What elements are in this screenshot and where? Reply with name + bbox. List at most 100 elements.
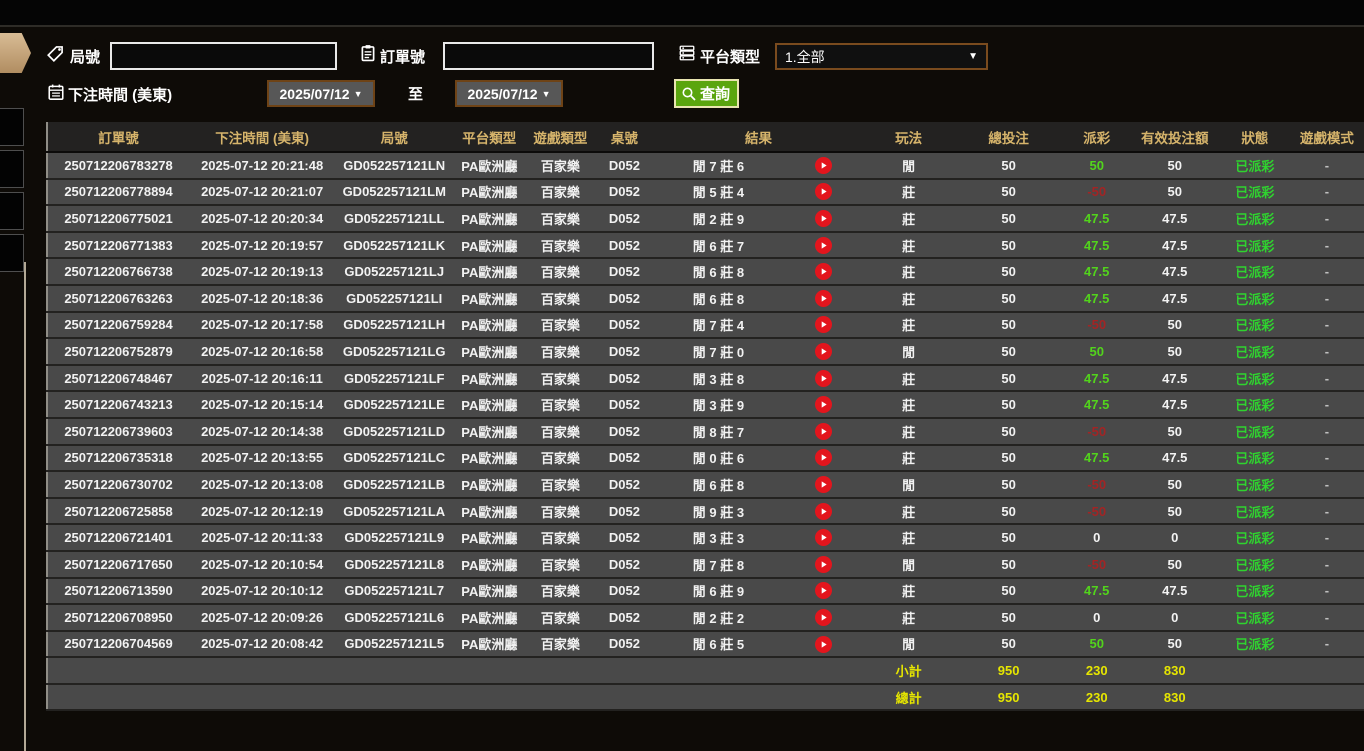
cell-bet-time: 2025-07-12 20:18:36 xyxy=(189,284,336,313)
cell-total-bet: 50 xyxy=(953,444,1064,473)
replay-icon[interactable] xyxy=(815,608,833,626)
replay-icon[interactable] xyxy=(815,156,833,174)
date-from-picker[interactable]: 2025/07/12 ▼ xyxy=(267,80,375,107)
cell-result: 閒 7 莊 4 xyxy=(653,311,784,340)
cell-game-mode: - xyxy=(1289,391,1364,419)
replay-icon[interactable] xyxy=(815,449,833,467)
cell-play-type: 莊 xyxy=(863,497,954,526)
cell-platform-type: PA歐洲廳 xyxy=(453,497,526,526)
game-no-input[interactable] xyxy=(110,42,337,70)
grand-total-valid-bet: 830 xyxy=(1129,683,1220,712)
cell-platform-type: PA歐洲廳 xyxy=(453,417,526,446)
replay-icon[interactable] xyxy=(815,316,833,334)
cell-bet-time: 2025-07-12 20:16:58 xyxy=(189,338,336,366)
cell-platform-type: PA歐洲廳 xyxy=(453,524,526,552)
cell-replay xyxy=(783,178,864,207)
cell-play-type: 莊 xyxy=(863,364,954,393)
replay-icon[interactable] xyxy=(815,502,833,520)
replay-icon[interactable] xyxy=(815,635,833,653)
cell-payout: 47.5 xyxy=(1063,258,1130,286)
cell-play-type: 莊 xyxy=(863,604,954,632)
cell-order-no: 250712206752879 xyxy=(47,338,190,366)
sidebar-collapse-handle[interactable] xyxy=(0,33,31,73)
replay-icon[interactable] xyxy=(815,582,833,600)
cell-total-bet: 50 xyxy=(953,364,1064,393)
cell-result: 閒 6 莊 8 xyxy=(653,284,784,313)
replay-icon[interactable] xyxy=(815,289,833,307)
cell-play-type: 莊 xyxy=(863,284,954,313)
cell-round-no: GD052257121LM xyxy=(335,178,454,207)
cell-round-no: GD052257121L9 xyxy=(335,524,454,552)
cell-valid-bet: 50 xyxy=(1129,152,1220,180)
cell-replay xyxy=(783,391,864,419)
sidebar-item[interactable] xyxy=(0,108,24,146)
cell-replay xyxy=(783,604,864,632)
table-body: 250712206783278 2025-07-12 20:21:48 GD0522… xyxy=(47,152,1364,712)
cell-table-no: D052 xyxy=(595,311,654,340)
cell-bet-time: 2025-07-12 20:19:57 xyxy=(189,231,336,260)
sidebar-item[interactable] xyxy=(0,192,24,230)
replay-icon[interactable] xyxy=(815,183,833,201)
cell-game-type: 百家樂 xyxy=(525,231,596,260)
cell-bet-time: 2025-07-12 20:10:54 xyxy=(189,550,336,579)
cell-bet-time: 2025-07-12 20:13:08 xyxy=(189,471,336,499)
order-no-input[interactable] xyxy=(443,42,654,70)
replay-icon[interactable] xyxy=(815,210,833,228)
cell-bet-time: 2025-07-12 20:13:55 xyxy=(189,444,336,473)
table-row: 250712206725858 2025-07-12 20:12:19 GD0522… xyxy=(47,497,1364,526)
replay-icon[interactable] xyxy=(815,422,833,440)
cell-table-no: D052 xyxy=(595,577,654,606)
cell-round-no: GD052257121LF xyxy=(335,364,454,393)
cell-replay xyxy=(783,577,864,606)
table-row: 250712206713590 2025-07-12 20:10:12 GD0522… xyxy=(47,577,1364,606)
cell-replay xyxy=(783,311,864,340)
cell-total-bet: 50 xyxy=(953,524,1064,552)
cell-status: 已派彩 xyxy=(1219,311,1290,340)
cell-platform-type: PA歐洲廳 xyxy=(453,258,526,286)
replay-icon[interactable] xyxy=(815,263,833,281)
cell-game-type: 百家樂 xyxy=(525,284,596,313)
cell-game-type: 百家樂 xyxy=(525,178,596,207)
cell-valid-bet: 47.5 xyxy=(1129,444,1220,473)
search-button[interactable]: 查詢 xyxy=(674,79,740,108)
cell-valid-bet: 47.5 xyxy=(1129,258,1220,286)
table-row: 250712206752879 2025-07-12 20:16:58 GD0522… xyxy=(47,338,1364,366)
cell-total-bet: 50 xyxy=(953,284,1064,313)
cell-play-type: 莊 xyxy=(863,417,954,446)
cell-payout: -50 xyxy=(1063,497,1130,526)
replay-icon[interactable] xyxy=(815,342,833,360)
replay-icon[interactable] xyxy=(815,475,833,493)
cell-status: 已派彩 xyxy=(1219,524,1290,552)
clipboard-icon xyxy=(359,44,377,67)
cell-order-no: 250712206725858 xyxy=(47,497,190,526)
cell-table-no: D052 xyxy=(595,364,654,393)
cell-platform-type: PA歐洲廳 xyxy=(453,364,526,393)
cell-order-no: 250712206783278 xyxy=(47,152,190,180)
cell-valid-bet: 50 xyxy=(1129,178,1220,207)
sidebar-divider xyxy=(24,262,26,751)
replay-icon[interactable] xyxy=(815,369,833,387)
cell-game-mode: - xyxy=(1289,471,1364,499)
sidebar-item[interactable] xyxy=(0,234,24,272)
cell-order-no: 250712206730702 xyxy=(47,471,190,499)
replay-icon[interactable] xyxy=(815,396,833,414)
cell-result: 閒 6 莊 5 xyxy=(653,630,784,659)
platform-type-select[interactable]: 1.全部 ▼ xyxy=(775,43,988,70)
cell-platform-type: PA歐洲廳 xyxy=(453,152,526,180)
cell-game-type: 百家樂 xyxy=(525,258,596,286)
cell-order-no: 250712206717650 xyxy=(47,550,190,579)
col-header-valid-bet: 有效投注額 xyxy=(1129,122,1220,153)
replay-icon[interactable] xyxy=(815,529,833,547)
replay-icon[interactable] xyxy=(815,555,833,573)
cell-replay xyxy=(783,338,864,366)
cell-status: 已派彩 xyxy=(1219,338,1290,366)
cell-replay xyxy=(783,444,864,473)
date-to-picker[interactable]: 2025/07/12 ▼ xyxy=(455,80,563,107)
cell-play-type: 閒 xyxy=(863,630,954,659)
col-header-bet-time: 下注時間 (美東) xyxy=(189,122,336,153)
sidebar-item[interactable] xyxy=(0,150,24,188)
cell-status: 已派彩 xyxy=(1219,444,1290,473)
table-row: 250712206717650 2025-07-12 20:10:54 GD0522… xyxy=(47,550,1364,579)
subtotal-spacer xyxy=(47,657,864,685)
replay-icon[interactable] xyxy=(815,236,833,254)
